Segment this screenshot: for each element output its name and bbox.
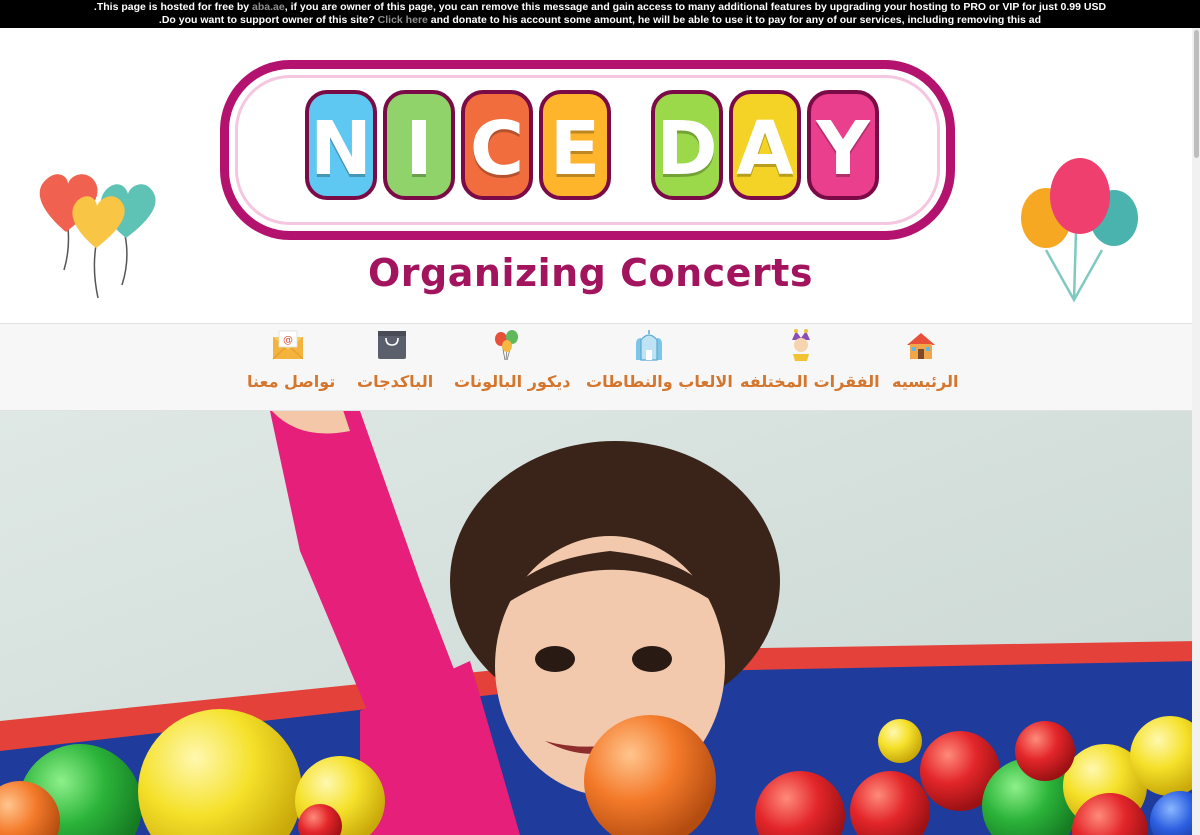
hero-image [0, 411, 1200, 835]
nav-label-contact: تواصل معنا [247, 372, 336, 391]
main-nav: الرئيسيه الفقرات المختلفه الالعاب والنطا… [0, 323, 1200, 411]
nav-label-games: الالعاب والنطاطات [586, 372, 733, 391]
scrollbar-thumb[interactable] [1194, 30, 1199, 158]
child-ball-pit-photo [0, 411, 1200, 835]
svg-text:@: @ [283, 335, 293, 346]
shopping-bag-icon [378, 331, 406, 359]
donate-link[interactable]: Click here [378, 14, 428, 26]
logo-letter: A [729, 89, 801, 200]
logo-letters: N I C E D A Y [252, 82, 932, 207]
balloons-icon [495, 330, 518, 361]
logo-letter: I [383, 89, 455, 200]
nav-label-home: الرئيسيه [892, 372, 959, 391]
nav-item-home[interactable]: الرئيسيه [888, 324, 959, 412]
aba-link[interactable]: aba.ae [252, 1, 285, 13]
ad-line-1: .This page is hosted for free by aba.ae,… [93, 1, 1107, 13]
logo-letter: E [539, 89, 611, 200]
nav-label-packages: الباكدجات [357, 372, 434, 391]
house-icon [907, 333, 935, 359]
nav-item-games[interactable]: الالعاب والنطاطات [584, 324, 733, 412]
envelope-icon: @ [272, 330, 304, 360]
page-scrollbar[interactable] [1192, 28, 1200, 835]
nice-day-logo[interactable]: N I C E D A Y [220, 60, 960, 240]
nav-label-acts: الفقرات المختلفه [740, 372, 880, 391]
site-header: N I C E D A Y Organizing Concerts [0, 28, 1192, 323]
nav-item-contact[interactable]: @ تواصل معنا [245, 324, 336, 412]
ad-line-2: .Do you want to support owner of this si… [158, 14, 1042, 26]
logo-letter: N [305, 89, 377, 200]
nav-label-balloon-decor: ديكور البالونات [454, 372, 571, 391]
logo-letter: Y [807, 89, 879, 200]
nav-item-acts[interactable]: الفقرات المختلفه [738, 324, 880, 412]
bouncy-castle-icon [636, 330, 662, 361]
heart-balloons-icon [39, 174, 156, 299]
logo-letter: D [651, 89, 723, 200]
logo-tagline: Organizing Concerts [368, 251, 813, 295]
hosting-ad-banner: .This page is hosted for free by aba.ae,… [0, 0, 1200, 28]
logo-letter: C [461, 89, 533, 200]
nav-item-balloon-decor[interactable]: ديكور البالونات [452, 324, 571, 412]
round-balloons-icon [1021, 158, 1138, 303]
jester-icon [792, 329, 810, 361]
nav-item-packages[interactable]: الباكدجات [355, 324, 433, 412]
